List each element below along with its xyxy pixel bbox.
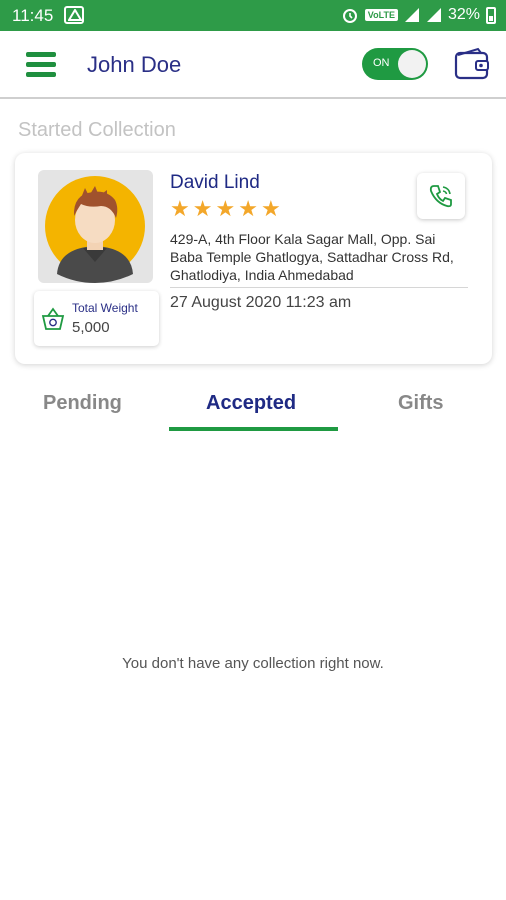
battery-icon [486,6,496,24]
tab-bar: Pending Accepted Gifts [0,386,506,432]
star-icon: ★ [192,196,213,221]
collection-datetime: 27 August 2020 11:23 am [170,294,352,311]
recycle-basket-icon [41,307,65,330]
alarm-icon [342,9,357,23]
total-weight-label: Total Weight [72,301,138,315]
total-weight-value: 5,000 [72,319,110,336]
phone-icon [429,185,452,208]
section-title: Started Collection [18,119,176,141]
online-toggle[interactable]: ON [362,48,428,80]
toggle-knob [398,50,426,78]
user-name: John Doe [87,52,182,77]
tab-pending[interactable]: Pending [43,392,122,415]
active-tab-indicator [169,427,338,431]
avatar [38,170,153,283]
app-bar: John Doe ON [0,31,506,99]
collection-card[interactable]: Total Weight 5,000 David Lind ★ ★ ★ ★ ★ … [15,153,492,364]
tab-accepted[interactable]: Accepted [206,392,296,415]
empty-state-message: You don't have any collection right now. [122,655,384,672]
star-icon: ★ [260,196,281,221]
signal-icon [404,8,419,22]
star-icon: ★ [215,196,236,221]
customer-name: David Lind [170,172,260,193]
tab-gifts[interactable]: Gifts [398,392,444,415]
star-icon: ★ [238,196,258,221]
status-time: 11:45 [12,6,54,25]
status-bar: 11:45 VoLTE 32% [0,0,506,31]
card-divider [170,287,468,288]
star-icon: ★ [170,196,190,221]
hamburger-menu-icon[interactable] [26,52,56,78]
rating-stars: ★ ★ ★ ★ ★ [170,198,281,220]
call-button[interactable] [417,173,465,219]
total-weight-box: Total Weight 5,000 [34,291,159,346]
battery-percent: 32% [447,6,480,23]
wallet-icon[interactable] [454,47,490,81]
signal-4g-icon [426,8,441,22]
customer-address: 429-A, 4th Floor Kala Sagar Mall, Opp. S… [170,231,454,283]
toggle-label: ON [373,57,390,69]
volte-badge: VoLTE [364,9,398,21]
app-notification-icon [64,6,84,24]
